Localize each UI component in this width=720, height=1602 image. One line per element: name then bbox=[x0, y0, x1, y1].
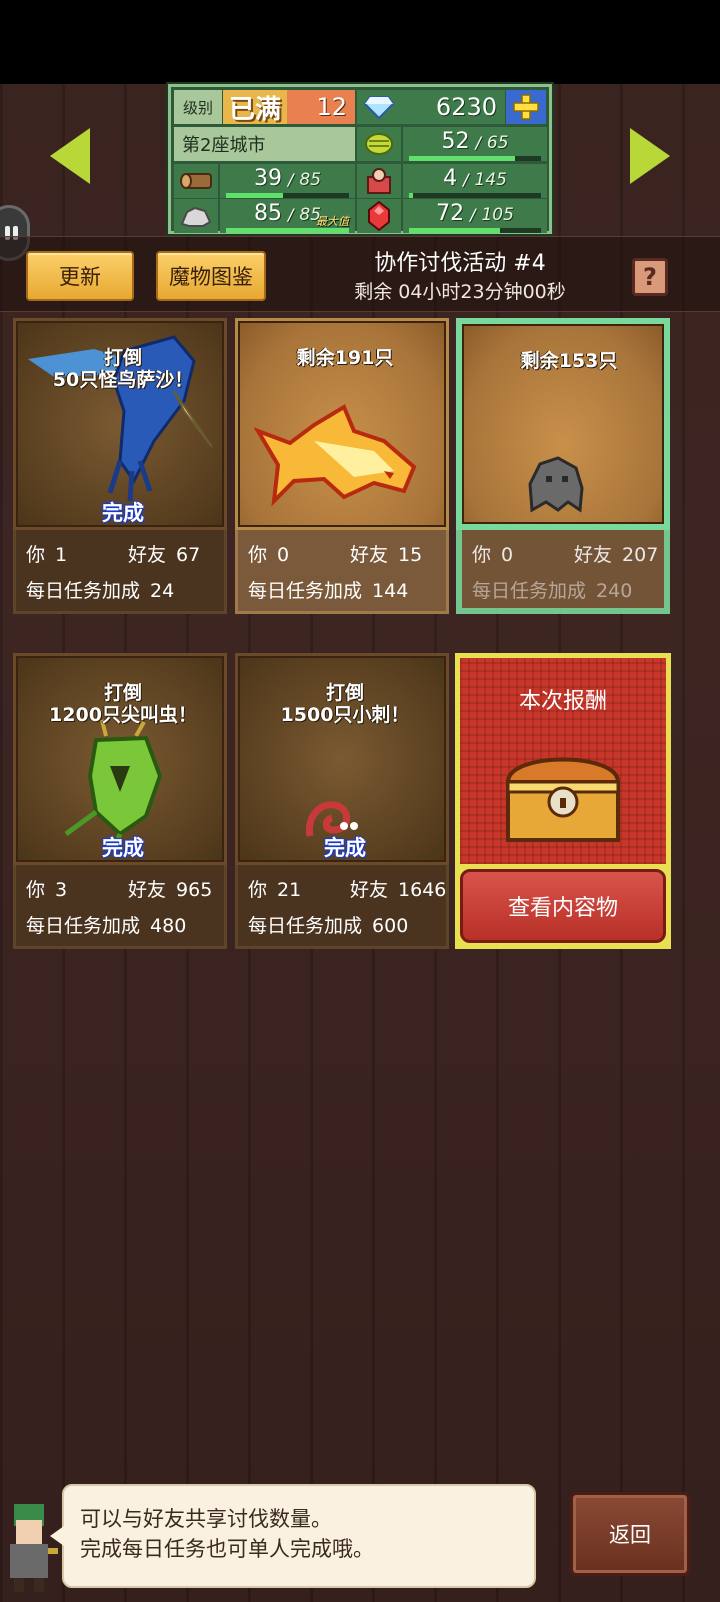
tip-speech-bubble: 可以与好友共享讨伐数量。 完成每日任务也可单人完成哦。 bbox=[50, 1484, 536, 1588]
next-page-arrow-icon[interactable] bbox=[630, 128, 670, 184]
daily-bonus-label: 每日任务加成 bbox=[472, 580, 587, 602]
quest-caption-line2: 1200只尖叫虫！ bbox=[49, 704, 197, 726]
friends-count: 1646 bbox=[398, 879, 447, 901]
daily-bonus-label: 每日任务加成 bbox=[26, 580, 141, 602]
quest-card-image: 打倒 1200只尖叫虫！ 完成 bbox=[13, 653, 227, 865]
quest-card-sasha[interactable]: 打倒 50只怪鸟萨沙！ 完成 你 1 好友 67 每日任务加成 24 bbox=[13, 318, 227, 614]
status-bar bbox=[0, 0, 720, 84]
you-count: 3 bbox=[55, 879, 68, 901]
you-count: 0 bbox=[277, 544, 290, 566]
daily-bonus-value: 480 bbox=[150, 915, 187, 937]
quest-card-image: 打倒 1500只小刺！ 完成 bbox=[235, 653, 449, 865]
quest-caption-line2: 1500只小刺！ bbox=[280, 704, 410, 726]
wood-meter: 39/85 bbox=[220, 164, 355, 198]
you-count: 1 bbox=[55, 544, 68, 566]
diamond-icon bbox=[357, 90, 401, 124]
you-label: 你 bbox=[472, 544, 492, 566]
quest-card-image: 剩余153只 bbox=[456, 318, 670, 530]
daily-bonus-value: 600 bbox=[372, 915, 409, 937]
food-meter: 52/65 bbox=[403, 127, 547, 161]
you-label: 你 bbox=[248, 879, 268, 901]
prev-page-arrow-icon[interactable] bbox=[50, 128, 90, 184]
quest-card-image: 打倒 50只怪鸟萨沙！ 完成 bbox=[13, 318, 227, 530]
event-title: 协作讨伐活动 #4 bbox=[374, 251, 546, 276]
help-button[interactable]: ? bbox=[632, 258, 668, 296]
quest-caption-line1: 打倒 bbox=[103, 347, 142, 369]
friends-count: 965 bbox=[176, 879, 213, 901]
daily-bonus-label: 每日任务加成 bbox=[26, 915, 141, 937]
quest-card-little-thorn[interactable]: 打倒 1500只小刺！ 完成 你 21 好友 1646 每日任务加成 600 bbox=[235, 653, 449, 949]
back-button[interactable]: 返回 bbox=[570, 1492, 690, 1576]
ore-stone-icon bbox=[174, 199, 218, 233]
level-max-badge: 已满 bbox=[223, 90, 287, 125]
red-crystal-icon bbox=[357, 199, 401, 233]
bottom-bar: 可以与好友共享讨伐数量。 完成每日任务也可单人完成哦。 返回 bbox=[0, 1480, 720, 1602]
quest-caption-line1: 打倒 bbox=[325, 682, 364, 704]
city-name: 第2座城市 bbox=[174, 127, 355, 161]
treasure-chest-icon bbox=[505, 757, 621, 842]
ore-meter: 85/85 最大值 bbox=[220, 199, 355, 233]
level-label: 级别 bbox=[174, 90, 222, 124]
daily-bonus-value: 240 bbox=[596, 580, 633, 602]
quest-caption-line1: 剩余153只 bbox=[520, 350, 618, 372]
daily-bonus-value: 24 bbox=[150, 580, 175, 602]
quest-caption-line1: 剩余191只 bbox=[296, 347, 394, 369]
refresh-button[interactable]: 更新 bbox=[26, 251, 134, 301]
friends-label: 好友 bbox=[128, 879, 167, 901]
friends-count: 207 bbox=[622, 544, 659, 566]
tip-line1: 可以与好友共享讨伐数量。 bbox=[80, 1507, 332, 1531]
friends-label: 好友 bbox=[350, 544, 389, 566]
daily-bonus-value: 144 bbox=[372, 580, 409, 602]
quest-card-rock-slime[interactable]: 剩余153只 你 0 好友 207 每日任务加成 240 bbox=[456, 318, 670, 614]
you-label: 你 bbox=[26, 544, 46, 566]
friends-label: 好友 bbox=[350, 879, 389, 901]
friends-label: 好友 bbox=[574, 544, 613, 566]
you-count: 0 bbox=[501, 544, 514, 566]
level-value: 12 bbox=[287, 90, 355, 124]
daily-bonus-label: 每日任务加成 bbox=[248, 915, 363, 937]
quest-card-stats: 你 21 好友 1646 每日任务加成 600 bbox=[235, 865, 449, 949]
you-label: 你 bbox=[26, 879, 46, 901]
gem-count: 6230 bbox=[401, 90, 505, 124]
quest-card-screamer-bug[interactable]: 打倒 1200只尖叫虫！ 完成 你 3 好友 965 每日任务加成 480 bbox=[13, 653, 227, 949]
quest-card-stats: 你 3 好友 965 每日任务加成 480 bbox=[13, 865, 227, 949]
friends-label: 好友 bbox=[128, 544, 167, 566]
quest-card-stats: 你 1 好友 67 每日任务加成 24 bbox=[13, 530, 227, 614]
quest-card-fire-shark[interactable]: 剩余191只 你 0 好友 15 每日任务加成 144 bbox=[235, 318, 449, 614]
friends-count: 67 bbox=[176, 544, 201, 566]
reward-title: 本次报酬 bbox=[518, 689, 607, 714]
event-header: 更新 魔物图鉴 协作讨伐活动 #4 剩余 04小时23分钟00秒 bbox=[0, 236, 720, 312]
you-label: 你 bbox=[248, 544, 268, 566]
population-meter: 4/145 bbox=[403, 164, 547, 198]
food-icon bbox=[357, 127, 401, 161]
add-gems-button[interactable] bbox=[506, 90, 546, 124]
city-stats-panel: 级别 已满 12 6230 第2座城市 52/65 39/85 4/145 85… bbox=[168, 84, 552, 234]
view-contents-button[interactable]: 查看内容物 bbox=[460, 869, 666, 943]
tip-line2: 完成每日任务也可单人完成哦。 bbox=[80, 1537, 374, 1561]
quest-card-image: 剩余191只 bbox=[235, 318, 449, 530]
friends-count: 15 bbox=[398, 544, 423, 566]
event-timer: 剩余 04小时23分钟00秒 bbox=[354, 281, 566, 303]
population-icon bbox=[357, 164, 401, 198]
max-value-tag: 最大值 bbox=[316, 215, 349, 228]
monster-dex-button[interactable]: 魔物图鉴 bbox=[156, 251, 266, 301]
you-count: 21 bbox=[277, 879, 302, 901]
quest-caption-line1: 打倒 bbox=[103, 682, 142, 704]
quest-caption-line2: 50只怪鸟萨沙！ bbox=[52, 369, 194, 391]
complete-badge: 完成 bbox=[324, 836, 366, 860]
complete-badge: 完成 bbox=[102, 501, 144, 525]
reward-card: 本次报酬 查看内容物 bbox=[455, 653, 671, 949]
quest-card-stats: 你 0 好友 15 每日任务加成 144 bbox=[235, 530, 449, 614]
daily-bonus-label: 每日任务加成 bbox=[248, 580, 363, 602]
quest-card-stats: 你 0 好友 207 每日任务加成 240 bbox=[456, 530, 670, 614]
complete-badge: 完成 bbox=[102, 836, 144, 860]
wood-log-icon bbox=[174, 164, 218, 198]
crystal-meter: 72/105 bbox=[403, 199, 547, 233]
